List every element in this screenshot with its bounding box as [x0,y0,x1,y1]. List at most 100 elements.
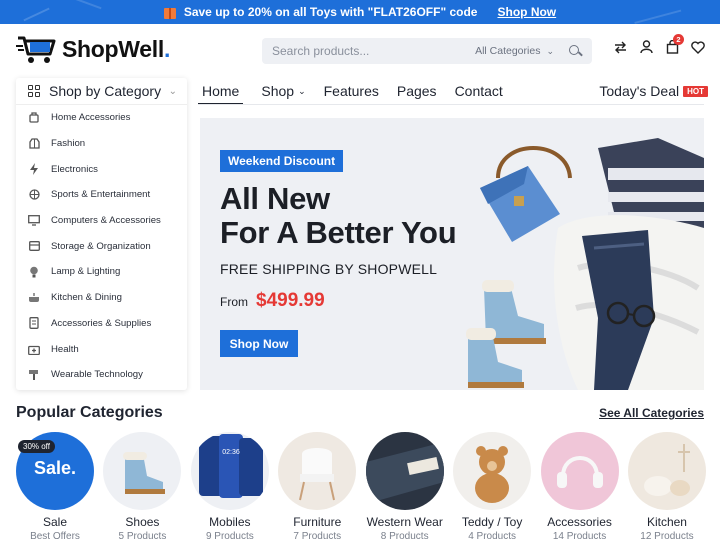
hero-tag: Weekend Discount [220,150,344,172]
popular-categories-title: Popular Categories [16,404,163,421]
chevron-down-icon: ⌄ [298,85,306,96]
promo-decoration [58,0,102,23]
category-image [453,432,532,510]
search-category-select[interactable]: All Categories ⌄ [475,45,554,57]
category-name: Furniture [293,515,342,529]
hero-banner: Weekend Discount All New For A Better You… [200,118,704,390]
sidebar-item-home-accessories[interactable]: Home Accessories [16,105,187,131]
category-image [540,432,619,510]
category-count: 5 Products [118,531,167,542]
category-name: Teddy / Toy [461,515,523,529]
shop-by-category-toggle[interactable]: Shop by Category ⌄ [16,78,187,105]
category-count: 14 Products [552,531,607,542]
chevron-down-icon: ⌄ [546,45,554,56]
nav-home[interactable]: Home [198,78,244,105]
sidebar-item-storage[interactable]: Storage & Organization [16,233,187,259]
todays-deal-link[interactable]: Today's Deal HOT [599,83,708,99]
nav-features[interactable]: Features [324,78,379,104]
chevron-down-icon: ⌄ [168,85,177,97]
nav-shop[interactable]: Shop ⌄ [261,78,305,104]
lamp-icon [28,266,40,278]
category-image [365,432,444,510]
category-count: 4 Products [468,531,517,542]
category-name: Kitchen [646,515,687,529]
promo-shop-now-link[interactable]: Shop Now [497,5,556,19]
category-count: Best Offers [30,531,80,542]
cart-count-badge: 2 [673,34,684,45]
category-card-furniture[interactable]: Furniture 7 Products [278,432,357,542]
category-card-sale[interactable]: 30% off Sale. Sale Best Offers [16,432,94,542]
hero-price: $499.99 [256,290,325,311]
promo-bar: Save up to 20% on all Toys with "FLAT26O… [0,0,720,24]
cart-logo-icon [16,36,56,63]
hero-shop-now-button[interactable]: Shop Now [220,330,298,357]
see-all-categories-link[interactable]: See All Categories [599,406,704,420]
brand-name: ShopWell. [62,35,171,62]
category-image [103,432,182,510]
nav-pages[interactable]: Pages [397,78,437,104]
header-icons: 2 [612,34,706,56]
sidebar-item-fashion[interactable]: Fashion [16,131,187,157]
sidebar-item-wearable[interactable]: Wearable Technology [16,362,187,388]
search-input[interactable]: Search products... [272,44,475,58]
popular-categories-row: 30% off Sale. Sale Best Offers Shoes 5 P… [16,432,706,542]
category-name: Shoes [125,515,160,529]
sidebar-item-supplies[interactable]: Accessories & Supplies [16,311,187,337]
hot-badge: HOT [683,85,708,97]
hero-price-line: From $499.99 [220,290,325,311]
nav-contact[interactable]: Contact [455,78,503,104]
category-count: 8 Products [380,531,429,542]
discount-badge: 30% off [18,440,55,453]
nav-divider [198,104,704,105]
cart-icon[interactable]: 2 [664,34,684,56]
category-count: 12 Products [640,531,694,542]
sidebar-item-health[interactable]: Health [16,336,187,362]
fashion-icon [28,138,40,150]
health-icon [28,343,40,355]
promo-text: Save up to 20% on all Toys with "FLAT26O… [183,5,478,19]
sidebar-item-lamp[interactable]: Lamp & Lighting [16,259,187,285]
category-list: Home Accessories Fashion Electronics Spo… [16,105,187,388]
category-name: Accessories [547,515,612,529]
category-image: 02:36 [190,432,269,510]
storage-icon [28,240,40,252]
sidebar-item-kitchen[interactable]: Kitchen & Dining [16,285,187,311]
category-card-kitchen[interactable]: Kitchen 12 Products [627,432,706,542]
hero-title: All New For A Better You [220,181,457,250]
logo[interactable]: ShopWell. [16,32,170,66]
sale-circle-text: Sale. [33,458,77,478]
sidebar-item-electronics[interactable]: Electronics [16,156,187,182]
sidebar-item-sports[interactable]: Sports & Entertainment [16,182,187,208]
category-card-accessories[interactable]: Accessories 14 Products [540,432,619,542]
category-card-teddy-toy[interactable]: Teddy / Toy 4 Products [453,432,532,542]
user-icon[interactable] [638,38,654,56]
sports-icon [28,189,40,201]
search-bar[interactable]: Search products... All Categories ⌄ [262,38,592,64]
gift-icon [163,7,176,19]
compare-icon[interactable] [612,38,628,56]
promo-decoration [18,0,50,22]
category-count: 7 Products [293,531,342,542]
main-nav: Home Shop ⌄ Features Pages Contact Today'… [198,78,708,105]
category-card-shoes[interactable]: Shoes 5 Products [103,432,182,542]
hero-product-image [466,138,704,390]
category-name: Western Wear [366,515,443,529]
wearable-icon [28,369,40,381]
search-icon[interactable] [568,44,582,58]
svg-text:02:36: 02:36 [222,449,240,456]
category-name: Sale [42,515,68,529]
category-image [278,432,357,510]
category-title: Shop by Category [49,83,162,99]
grid-icon [28,85,40,97]
category-card-mobiles[interactable]: 02:36 Mobiles 9 Products [190,432,269,542]
electronics-icon [28,163,40,176]
header: ShopWell. Search products... All Categor… [0,24,720,78]
category-card-western-wear[interactable]: Western Wear 8 Products [365,432,444,542]
computer-icon [28,215,40,227]
category-image [627,432,706,510]
sidebar-item-computers[interactable]: Computers & Accessories [16,208,187,234]
hero-subtitle: FREE SHIPPING BY SHOPWELL [220,261,438,277]
category-name: Mobiles [209,515,251,529]
supplies-icon [28,317,40,330]
heart-icon[interactable] [690,38,706,56]
